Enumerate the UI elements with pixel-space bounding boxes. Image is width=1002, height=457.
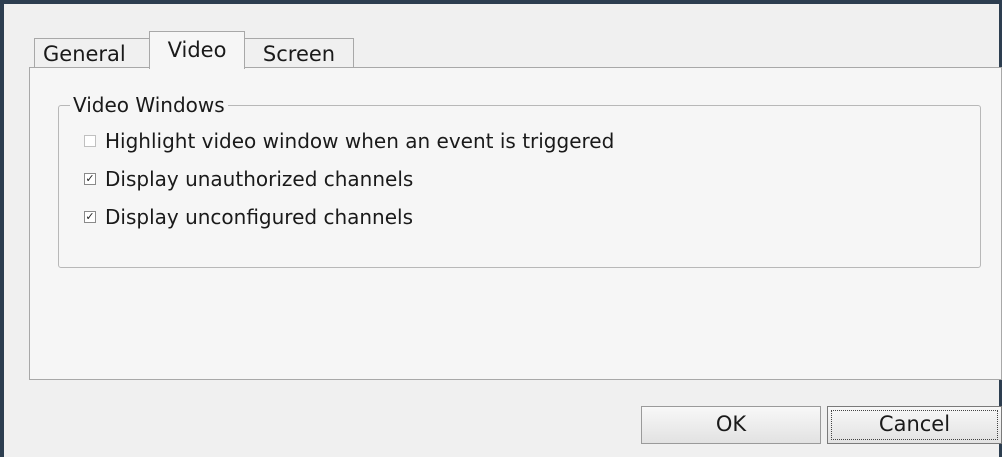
tab-bar: General Video Screen [34,31,354,69]
highlight-video-window-label: Highlight video window when an event is … [105,129,615,153]
display-unconfigured-channels-option[interactable]: ✓ Display unconfigured channels [84,202,413,232]
cancel-button[interactable]: Cancel [827,406,1002,444]
tab-screen[interactable]: Screen [244,38,354,69]
checkmark-icon: ✓ [85,210,95,223]
checkmark-icon: ✓ [85,172,95,185]
video-windows-group-title: Video Windows [70,92,228,118]
video-tab-panel: Video Windows Highlight video window whe… [29,67,1002,380]
ok-button[interactable]: OK [641,406,821,444]
highlight-video-window-option[interactable]: Highlight video window when an event is … [84,126,614,156]
display-unauthorized-channels-option[interactable]: ✓ Display unauthorized channels [84,164,413,194]
display-unauthorized-channels-label: Display unauthorized channels [105,167,414,191]
video-windows-group: Video Windows Highlight video window whe… [58,92,981,268]
display-unconfigured-channels-checkbox[interactable]: ✓ [84,211,96,223]
tab-general[interactable]: General [34,38,150,69]
display-unconfigured-channels-label: Display unconfigured channels [105,205,414,229]
settings-dialog: General Video Screen Video Windows Highl… [0,0,1002,457]
highlight-video-window-checkbox[interactable] [84,135,96,147]
cancel-button-label: Cancel [878,412,951,436]
display-unauthorized-channels-checkbox[interactable]: ✓ [84,173,96,185]
tab-video[interactable]: Video [149,31,245,69]
